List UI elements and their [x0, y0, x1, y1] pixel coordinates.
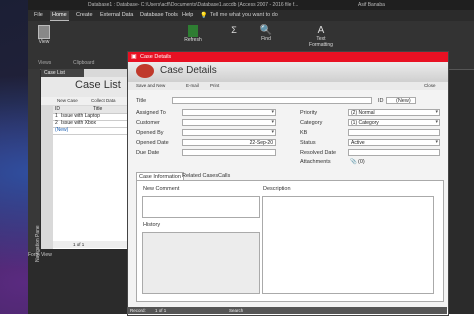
record-count: 1 of 1 — [73, 242, 85, 247]
dialog-toolbar: Save and New E-mail Print Close — [128, 82, 448, 90]
col-title-header[interactable]: Title — [93, 106, 102, 113]
category-label: Category — [300, 120, 323, 126]
kb-input[interactable] — [348, 129, 440, 136]
history-label: History — [143, 222, 161, 228]
dialog-status-bar: Record: 1 of 1 Search — [127, 307, 447, 314]
status-view-label: Form View — [28, 252, 52, 258]
id-label: ID — [378, 98, 384, 104]
due-date-input[interactable] — [182, 149, 276, 156]
tab-database-tools[interactable]: Database Tools — [138, 11, 180, 20]
dialog-window-title: Case Details — [140, 54, 172, 60]
kb-label: KB — [300, 130, 308, 136]
row-id: 2 — [55, 120, 58, 126]
case-list-record-nav[interactable]: 1 of 1 — [53, 241, 131, 248]
status-label: Status — [300, 140, 316, 146]
opened-date-label: Opened Date — [136, 140, 169, 146]
search-icon: 🔍 — [259, 25, 273, 36]
text-format-icon: A — [317, 25, 325, 36]
opened-date-input[interactable]: 22-Sep-20 — [182, 139, 276, 146]
case-list-form: Case List Case List New Case Collect Dat… — [41, 69, 131, 249]
formatting-label: Formatting — [309, 42, 333, 48]
ribbon-tabs: File Home Create External Data Database … — [28, 10, 474, 21]
new-comment-input[interactable] — [142, 196, 260, 218]
row-title: Issue with Xbox — [61, 120, 97, 126]
case-details-dialog: ▣ Case Details Case Details Save and New… — [127, 51, 449, 316]
opened-by-dropdown[interactable] — [182, 129, 276, 136]
due-date-label: Due Date — [136, 150, 160, 156]
view-label: View — [38, 39, 50, 45]
find-button[interactable]: 🔍 Find — [258, 25, 274, 42]
email-button[interactable]: E-mail — [186, 83, 199, 88]
navigation-pane[interactable]: Navigation Pane — [28, 69, 41, 262]
opened-by-label: Opened By — [136, 130, 164, 136]
customer-dropdown[interactable] — [182, 119, 276, 126]
tab-file[interactable]: File — [32, 11, 45, 20]
paperclip-icon[interactable]: 📎 — [350, 159, 357, 165]
row-id: 1 — [55, 113, 58, 119]
attachments-label: Attachments — [300, 159, 331, 165]
text-formatting-button[interactable]: A Text Formatting — [306, 25, 336, 48]
resolved-date-label: Resolved Date — [300, 150, 337, 156]
tab-home[interactable]: Home — [50, 11, 69, 21]
customer-label: Customer — [136, 120, 160, 126]
new-row-label: (New) — [55, 127, 69, 133]
view-button[interactable]: View — [36, 25, 52, 45]
priority-label: Priority — [300, 110, 318, 116]
assigned-to-label: Assigned To — [136, 110, 166, 116]
tab-external-data[interactable]: External Data — [98, 11, 135, 20]
save-and-new-button[interactable]: Save and New — [136, 83, 165, 88]
case-list-title: Case List — [75, 79, 121, 91]
record-value[interactable]: 1 of 1 — [155, 307, 166, 314]
case-list-tab[interactable]: Case List — [41, 69, 84, 77]
history-box — [142, 232, 260, 294]
tab-related-cases[interactable]: Related Cases — [180, 172, 220, 180]
assigned-to-dropdown[interactable] — [182, 109, 276, 116]
tab-calls[interactable]: Calls — [216, 172, 232, 180]
col-id-header[interactable]: ID — [55, 106, 60, 113]
sum-icon[interactable]: Σ — [228, 25, 240, 35]
status-dropdown[interactable]: Active — [348, 139, 440, 146]
new-comment-label: New Comment — [143, 186, 180, 192]
category-dropdown[interactable]: (1) Category — [348, 119, 440, 126]
title-bar: Database1 : Database- C:\Users\acfl\Docu… — [28, 0, 474, 10]
form-icon: ▣ — [131, 54, 137, 60]
search-box[interactable]: Search — [229, 307, 243, 314]
title-label: Title — [136, 98, 147, 104]
case-information-panel: New Comment History Description — [136, 180, 444, 302]
new-row[interactable]: (New) — [53, 127, 131, 135]
row-title: Issue with Laptop — [61, 113, 100, 119]
dialog-title: Case Details — [160, 65, 217, 76]
print-button[interactable]: Print — [210, 83, 219, 88]
tab-create[interactable]: Create — [74, 11, 95, 20]
view-icon — [38, 25, 50, 39]
record-label: Record: — [130, 308, 146, 313]
tell-me-box[interactable]: Tell me what you want to do — [210, 12, 278, 18]
case-list-toolbar: New Case Collect Data — [41, 97, 131, 105]
refresh-button[interactable]: Refresh — [182, 25, 204, 43]
refresh-icon — [188, 25, 198, 37]
lightbulb-icon: 💡 — [200, 13, 208, 19]
resolved-date-input[interactable] — [348, 149, 440, 156]
description-input[interactable] — [262, 196, 434, 294]
clipboard-group-label: Clipboard — [73, 60, 95, 66]
case-list-grid: ID Title 1 Issue with Laptop 2 Issue wit… — [53, 106, 131, 249]
close-button[interactable]: Close — [424, 83, 436, 88]
description-label: Description — [263, 186, 291, 192]
window-title: Database1 : Database- C:\Users\acfl\Docu… — [88, 2, 299, 8]
tab-help[interactable]: Help — [180, 11, 195, 20]
id-value: (New) — [396, 98, 411, 104]
title-input[interactable] — [172, 97, 372, 104]
find-label: Find — [261, 36, 271, 42]
refresh-label: Refresh — [184, 37, 202, 43]
views-group-label: Views — [38, 60, 52, 66]
user-name: Asif Banaba — [358, 2, 385, 8]
new-case-button[interactable]: New Case — [57, 98, 78, 103]
attachments-count: (0) — [358, 159, 365, 165]
priority-dropdown[interactable]: (2) Normal — [348, 109, 440, 116]
collect-data-button[interactable]: Collect Data — [91, 98, 116, 103]
dialog-title-bar[interactable]: ▣ Case Details — [128, 52, 448, 62]
case-logo-icon — [136, 64, 154, 78]
